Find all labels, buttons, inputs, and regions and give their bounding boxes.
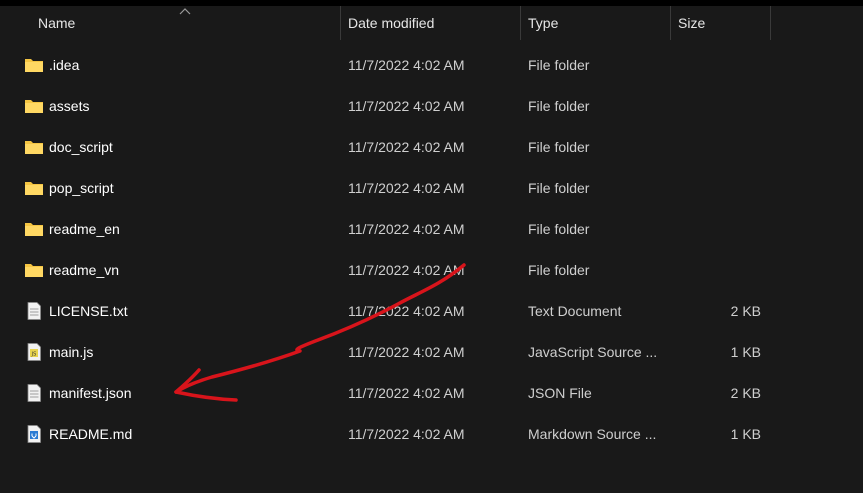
file-name: readme_vn [49, 262, 120, 278]
file-size: 1 KB [730, 344, 761, 360]
folder-icon [25, 59, 43, 72]
file-name: README.md [49, 426, 133, 442]
file-date: 11/7/2022 4:02 AM [348, 426, 465, 442]
file-row[interactable]: manifest.json 11/7/2022 4:02 AM JSON Fil… [0, 373, 863, 414]
file-size [681, 168, 761, 209]
text-file-icon [27, 384, 41, 402]
file-type: File folder [528, 221, 590, 237]
column-divider[interactable] [770, 6, 771, 40]
folder-icon [25, 100, 43, 113]
file-name: manifest.json [49, 385, 132, 401]
markdown-file-icon [27, 425, 41, 443]
file-type: File folder [528, 98, 590, 114]
file-size: 1 KB [730, 426, 761, 442]
file-row[interactable]: readme_vn 11/7/2022 4:02 AM File folder [0, 250, 863, 291]
column-header-name[interactable]: Name [38, 6, 338, 40]
column-divider[interactable] [670, 6, 671, 40]
file-name: readme_en [49, 221, 120, 237]
file-name: pop_script [49, 180, 114, 196]
file-type: Text Document [528, 303, 622, 319]
file-name: .idea [49, 57, 80, 73]
column-header-row: Name Date modified Type Size [0, 6, 863, 40]
folder-icon [25, 141, 43, 154]
file-date: 11/7/2022 4:02 AM [348, 180, 465, 196]
file-type: JavaScript Source ... [528, 344, 658, 360]
file-size: 2 KB [730, 385, 761, 401]
file-name: assets [49, 98, 90, 114]
file-date: 11/7/2022 4:02 AM [348, 221, 465, 237]
file-row[interactable]: doc_script 11/7/2022 4:02 AM File folder [0, 127, 863, 168]
column-header-date-modified[interactable]: Date modified [348, 6, 518, 40]
file-type: File folder [528, 57, 590, 73]
file-type: JSON File [528, 385, 592, 401]
file-size [681, 45, 761, 86]
file-size [681, 86, 761, 127]
file-type: File folder [528, 180, 590, 196]
file-row[interactable]: readme_en 11/7/2022 4:02 AM File folder [0, 209, 863, 250]
column-header-size[interactable]: Size [678, 6, 768, 40]
folder-icon [25, 182, 43, 195]
file-row[interactable]: pop_script 11/7/2022 4:02 AM File folder [0, 168, 863, 209]
file-date: 11/7/2022 4:02 AM [348, 57, 465, 73]
file-date: 11/7/2022 4:02 AM [348, 385, 465, 401]
file-type: File folder [528, 139, 590, 155]
file-row[interactable]: LICENSE.txt 11/7/2022 4:02 AM Text Docum… [0, 291, 863, 332]
file-date: 11/7/2022 4:02 AM [348, 344, 465, 360]
file-name: doc_script [49, 139, 113, 155]
file-date: 11/7/2022 4:02 AM [348, 303, 465, 319]
file-size [681, 127, 761, 168]
folder-icon [25, 264, 43, 277]
file-date: 11/7/2022 4:02 AM [348, 98, 465, 114]
file-date: 11/7/2022 4:02 AM [348, 262, 465, 278]
file-date: 11/7/2022 4:02 AM [348, 139, 465, 155]
file-size: 2 KB [730, 303, 761, 319]
column-divider[interactable] [340, 6, 341, 40]
folder-icon [25, 223, 43, 236]
js-file-icon: JS [27, 343, 41, 361]
file-size [681, 209, 761, 250]
file-size [681, 250, 761, 291]
file-row[interactable]: assets 11/7/2022 4:02 AM File folder [0, 86, 863, 127]
text-file-icon [27, 302, 41, 320]
column-divider[interactable] [520, 6, 521, 40]
file-type: File folder [528, 262, 590, 278]
column-header-type[interactable]: Type [528, 6, 668, 40]
file-row[interactable]: README.md 11/7/2022 4:02 AM Markdown Sou… [0, 414, 863, 455]
file-name: LICENSE.txt [49, 303, 128, 319]
file-name: main.js [49, 344, 94, 360]
svg-text:JS: JS [31, 352, 37, 358]
file-row[interactable]: JS main.js 11/7/2022 4:02 AM JavaScript … [0, 332, 863, 373]
file-type: Markdown Source ... [528, 426, 657, 442]
file-row[interactable]: .idea 11/7/2022 4:02 AM File folder [0, 45, 863, 86]
